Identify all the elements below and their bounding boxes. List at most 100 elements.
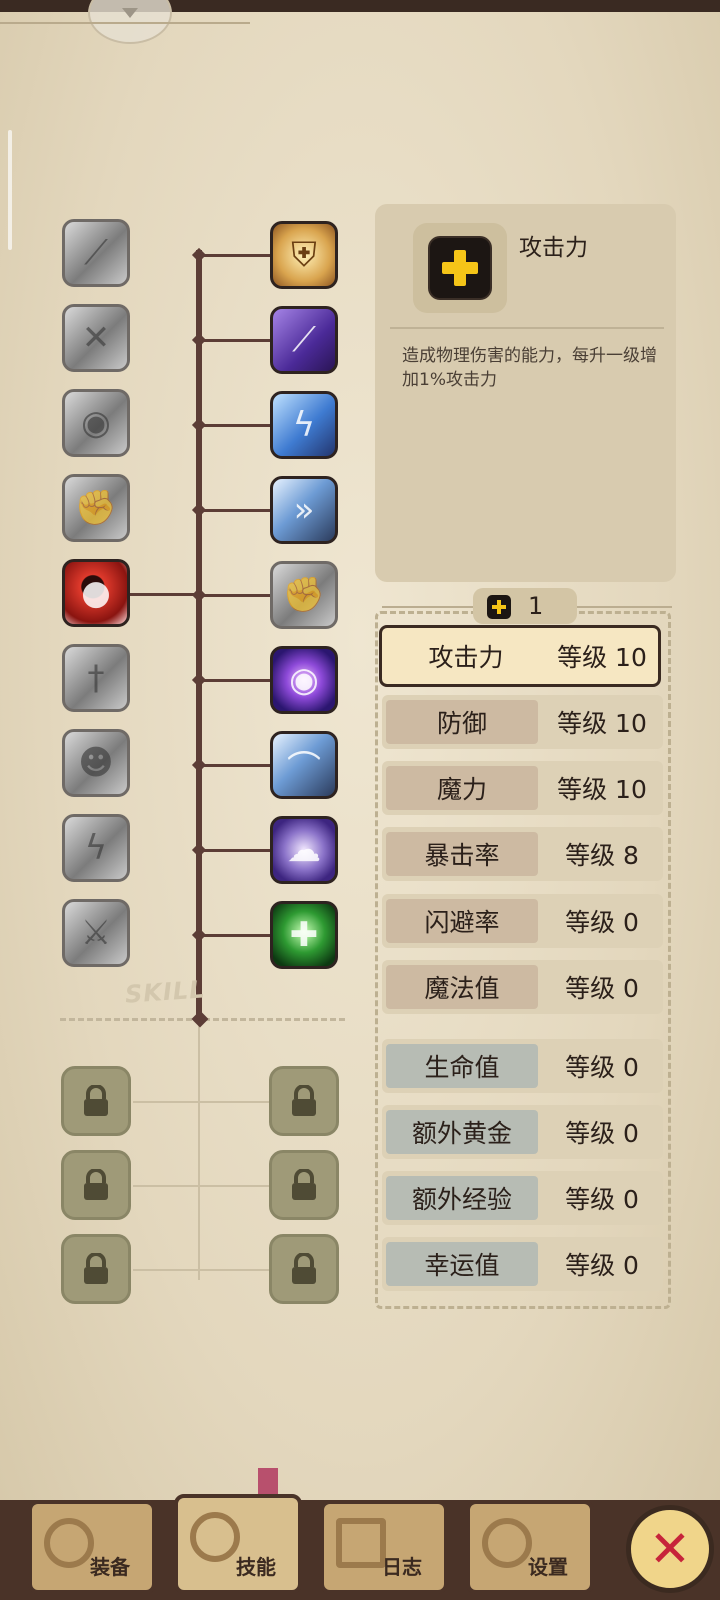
skill-ghost[interactable]: ☁ [270,816,338,884]
stat-row-defense[interactable]: 防御 等级 10 [382,695,663,749]
skill-stamp: SKILL [124,975,207,1009]
stat-row-magic[interactable]: 魔力 等级 10 [382,761,663,815]
tree-branch [199,509,271,512]
tree-branch [199,254,271,257]
tree-node [191,842,207,858]
skill-lightning-strike[interactable]: ϟ [62,814,130,882]
locked-tree-trunk [198,1020,200,1280]
tree-node [191,332,207,348]
skill-dodge[interactable]: ☻ [62,729,130,797]
stat-name: 幸运值 [386,1242,538,1286]
stat-row-attack[interactable]: 攻击力 等级 10 [379,625,661,687]
dagger-icon: † [87,658,105,698]
locked-skill[interactable] [61,1150,131,1220]
stat-row-mana[interactable]: 魔法值 等级 0 [382,960,663,1014]
locked-skill[interactable] [269,1066,339,1136]
lock-icon [272,1153,336,1217]
skill-rage[interactable]: ● [62,559,130,627]
tree-node [191,417,207,433]
stat-name: 闪避率 [386,899,538,943]
skill-blade[interactable]: ⌒ [270,731,338,799]
tree-branch [199,679,271,682]
tree-branch [128,593,200,596]
shout-icon: ◉ [81,403,111,443]
stat-name: 额外黄金 [386,1110,538,1154]
stat-row-crit[interactable]: 暴击率 等级 8 [382,827,663,881]
dash-icon: » [293,490,315,530]
tree-node [191,927,207,943]
stat-row-hp[interactable]: 生命值 等级 0 [382,1039,663,1093]
tree-node [191,757,207,773]
stat-name: 暴击率 [386,832,538,876]
info-divider [390,327,664,329]
skill-kick[interactable]: ✕ [62,304,130,372]
stat-name: 魔法值 [386,965,538,1009]
crossed-swords-icon: ⚔ [80,913,112,953]
skill-eye[interactable]: ◉ [270,646,338,714]
dodge-icon: ☻ [78,743,114,783]
stat-row-dodge[interactable]: 闪避率 等级 0 [382,894,663,948]
stat-name: 魔力 [386,766,538,810]
chevron-down-icon [122,8,138,18]
shield-icon: ⛨ [291,235,317,275]
skill-sword-slash[interactable]: ⟋ [62,219,130,287]
stat-level: 等级 10 [557,643,647,672]
skill-fist[interactable]: ✊ [62,474,130,542]
stat-level: 等级 8 [565,841,639,870]
skill-dagger[interactable]: † [62,644,130,712]
locked-skill[interactable] [61,1234,131,1304]
lightning-icon: ϟ [292,405,316,445]
lock-icon [272,1069,336,1133]
rage-face-icon: ● [81,573,111,613]
tree-node [191,672,207,688]
tab-log[interactable]: 日志 [320,1500,448,1594]
tree-branch [199,424,271,427]
tab-label: 日志 [382,1555,422,1579]
fist-icon: ✊ [74,488,118,528]
skill-stone-fist[interactable]: ✊ [270,561,338,629]
stat-name: 生命值 [386,1044,538,1088]
stat-name: 防御 [386,700,538,744]
close-icon: ✕ [649,1520,691,1578]
skill-dash[interactable]: » [270,476,338,544]
tab-label: 技能 [236,1555,276,1579]
stat-name: 额外经验 [386,1176,538,1220]
stat-level: 等级 0 [565,974,639,1003]
tab-skills[interactable]: 技能 [174,1494,302,1594]
skill-shout[interactable]: ◉ [62,389,130,457]
stat-level: 等级 0 [565,1251,639,1280]
stat-level: 等级 10 [557,775,647,804]
tree-branch [199,594,271,597]
stat-level: 等级 0 [565,1053,639,1082]
heal-icon: ✚ [289,915,319,955]
locked-skill[interactable] [269,1234,339,1304]
tab-label: 装备 [90,1555,130,1579]
stat-row-extra-gold[interactable]: 额外黄金 等级 0 [382,1105,663,1159]
tab-label: 设置 [528,1555,568,1579]
skill-purple-slash[interactable]: ⟋ [270,306,338,374]
skill-tab-icon [190,1512,240,1562]
stat-row-extra-exp[interactable]: 额外经验 等级 0 [382,1171,663,1225]
tree-end-node [191,1010,209,1028]
skill-crossed-swords[interactable]: ⚔ [62,899,130,967]
blade-icon: ⌒ [287,748,321,789]
stat-row-luck[interactable]: 幸运值 等级 0 [382,1237,663,1291]
close-button[interactable]: ✕ [626,1505,714,1593]
tab-equipment[interactable]: 装备 [28,1500,156,1594]
locked-skill[interactable] [269,1150,339,1220]
locked-skill[interactable] [61,1066,131,1136]
lock-icon [272,1237,336,1301]
stat-name: 攻击力 [390,634,542,678]
stat-level: 等级 0 [565,1119,639,1148]
tab-settings[interactable]: 设置 [466,1500,594,1594]
scrollbar[interactable] [8,130,12,250]
skill-heal[interactable]: ✚ [270,901,338,969]
skill-shield[interactable]: ⛨ [270,221,338,289]
sword-slash-icon: ⟋ [84,233,108,273]
lightning-strike-icon: ϟ [84,828,108,868]
lock-icon [64,1153,128,1217]
skill-points-value: 1 [528,592,544,620]
skill-lightning[interactable]: ϟ [270,391,338,459]
stat-level: 等级 0 [565,908,639,937]
locked-branch [133,1269,271,1271]
